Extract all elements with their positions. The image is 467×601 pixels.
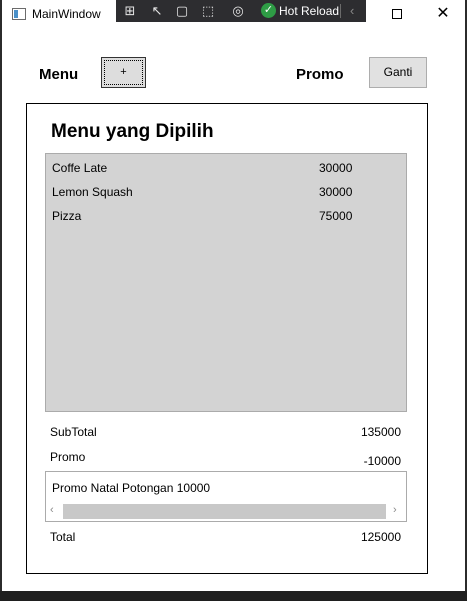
scroll-left-icon[interactable]: ‹ xyxy=(50,504,54,516)
subtotal-value: 135000 xyxy=(360,425,401,439)
promo-description-box[interactable]: Promo Natal Potongan 10000 ‹ › xyxy=(45,471,407,522)
horizontal-scrollbar-thumb[interactable] xyxy=(63,504,386,519)
selected-menu-panel: Menu yang Dipilih Coffe Late 30000 Lemon… xyxy=(26,103,428,574)
promo-discount-value: -10000 xyxy=(363,454,401,468)
display-adorners-icon[interactable]: ▢ xyxy=(173,2,191,20)
maximize-button[interactable] xyxy=(374,0,420,28)
live-visual-tree-icon[interactable]: ⊞ xyxy=(121,2,139,20)
list-item[interactable]: Lemon Squash 30000 xyxy=(46,178,406,202)
item-name: Coffe Late xyxy=(52,161,108,175)
window-frame-left xyxy=(0,0,2,601)
chevron-left-icon[interactable]: ‹ xyxy=(350,3,354,18)
total-value: 125000 xyxy=(360,530,401,544)
promo-discount-label: Promo xyxy=(50,450,86,464)
item-name: Pizza xyxy=(52,209,82,223)
list-item[interactable]: Coffe Late 30000 xyxy=(46,154,406,178)
selected-items-list[interactable]: Coffe Late 30000 Lemon Squash 30000 Pizz… xyxy=(45,153,407,412)
change-promo-button[interactable]: Ganti xyxy=(369,57,427,88)
total-label: Total xyxy=(50,530,76,544)
xaml-debug-toolbar: ⊞ ↖ ▢ ⬚ ◎ ✓ Hot Reload ‹ xyxy=(116,0,366,22)
hot-reload-check-icon[interactable]: ✓ xyxy=(261,3,276,18)
close-button[interactable]: ✕ xyxy=(420,0,466,28)
promo-label: Promo xyxy=(296,66,344,83)
toolbar-divider xyxy=(340,4,341,18)
list-item[interactable]: Pizza 75000 xyxy=(46,202,406,226)
item-name: Lemon Squash xyxy=(52,185,133,199)
item-price: 75000 xyxy=(319,209,353,223)
panel-title: Menu yang Dipilih xyxy=(51,121,214,142)
item-price: 30000 xyxy=(319,185,353,199)
window-frame-bottom xyxy=(0,591,467,601)
binding-failures-icon[interactable]: ◎ xyxy=(229,2,247,20)
item-price: 30000 xyxy=(319,161,353,175)
window-title: MainWindow xyxy=(32,7,101,21)
title-bar: MainWindow ⊞ ↖ ▢ ⬚ ◎ ✓ Hot Reload ‹ ✕ xyxy=(2,0,465,28)
menu-label: Menu xyxy=(39,66,79,83)
hot-reload-label[interactable]: Hot Reload xyxy=(279,4,339,18)
promo-description: Promo Natal Potongan 10000 xyxy=(52,481,211,495)
app-window-icon xyxy=(12,8,26,20)
maximize-icon xyxy=(392,9,402,19)
track-focus-icon[interactable]: ⬚ xyxy=(199,2,217,20)
select-element-icon[interactable]: ↖ xyxy=(148,2,166,20)
scroll-right-icon[interactable]: › xyxy=(393,504,397,516)
close-icon: ✕ xyxy=(436,5,450,22)
subtotal-label: SubTotal xyxy=(50,425,97,439)
add-menu-button[interactable]: + xyxy=(101,57,146,88)
